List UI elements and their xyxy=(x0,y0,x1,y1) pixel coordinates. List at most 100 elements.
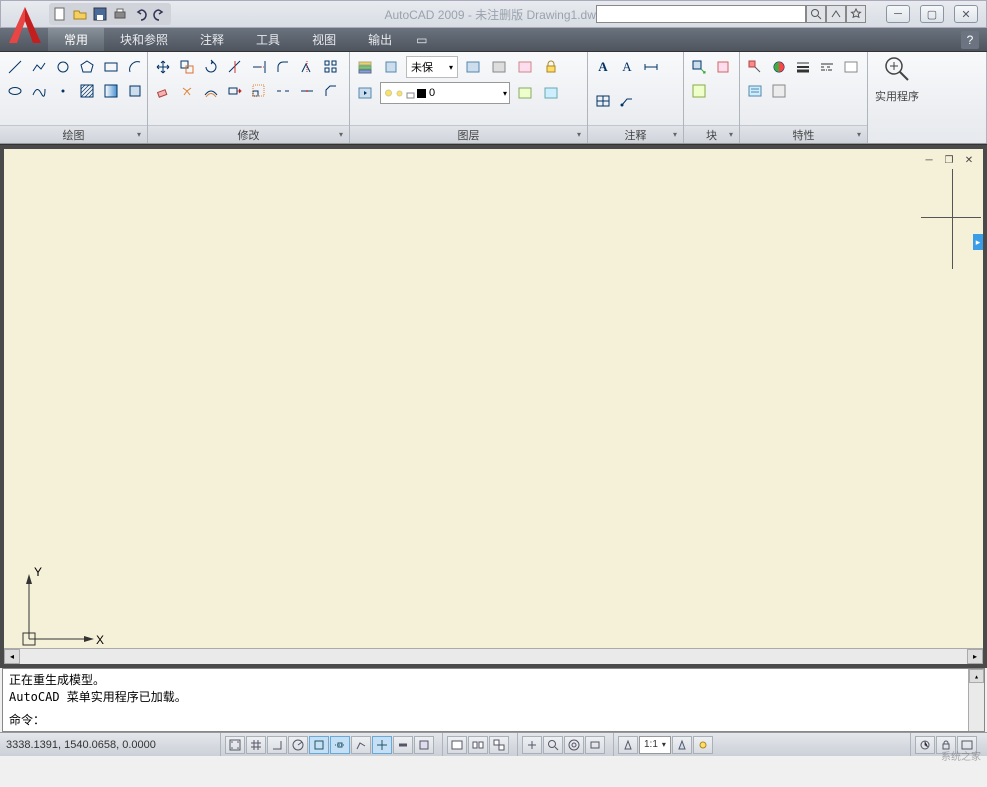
rotate-button[interactable] xyxy=(200,56,222,78)
layer-isolate-button[interactable] xyxy=(514,56,536,78)
save-button[interactable] xyxy=(91,5,109,23)
table-button[interactable] xyxy=(592,90,614,112)
comm-center-button[interactable] xyxy=(826,5,846,23)
scale-button[interactable] xyxy=(248,80,270,102)
gradient-button[interactable] xyxy=(100,80,122,102)
scroll-right-button[interactable]: ▸ xyxy=(967,649,983,664)
insert-block-button[interactable] xyxy=(688,56,710,78)
redo-button[interactable] xyxy=(151,5,169,23)
zoom-button[interactable] xyxy=(543,736,563,754)
coordinates-display[interactable]: 3338.1391, 1540.0658, 0.0000 xyxy=(6,739,216,751)
layer-states-button[interactable] xyxy=(380,56,402,78)
lineweight-dropdown[interactable] xyxy=(792,56,814,78)
doc-minimize-button[interactable]: ─ xyxy=(921,153,937,167)
bylayer-button[interactable] xyxy=(768,80,790,102)
match-props-button[interactable] xyxy=(744,56,766,78)
region-button[interactable] xyxy=(124,80,146,102)
line-button[interactable] xyxy=(4,56,26,78)
annotation-scale-icon[interactable] xyxy=(618,736,638,754)
text-button[interactable]: A xyxy=(616,56,638,78)
plot-style-dropdown[interactable] xyxy=(840,56,862,78)
panel-draw-title[interactable]: 绘图 xyxy=(0,125,147,143)
pan-button[interactable] xyxy=(522,736,542,754)
ribbon-minimize[interactable]: ▭ xyxy=(408,28,435,51)
layer-props-button[interactable] xyxy=(354,56,376,78)
chamfer-button[interactable] xyxy=(320,80,342,102)
hatch-button[interactable] xyxy=(76,80,98,102)
favorites-button[interactable] xyxy=(846,5,866,23)
maximize-button[interactable]: ▢ xyxy=(920,5,944,23)
point-button[interactable] xyxy=(52,80,74,102)
osnap-toggle[interactable] xyxy=(309,736,329,754)
tab-output[interactable]: 输出 xyxy=(352,28,408,51)
print-button[interactable] xyxy=(111,5,129,23)
offset-button[interactable] xyxy=(200,80,222,102)
otrack-toggle[interactable] xyxy=(330,736,350,754)
tab-home[interactable]: 常用 xyxy=(48,28,104,51)
ortho-toggle[interactable] xyxy=(267,736,287,754)
qp-toggle[interactable] xyxy=(414,736,434,754)
dyn-toggle[interactable] xyxy=(372,736,392,754)
layer-off-button[interactable] xyxy=(488,56,510,78)
props-list-button[interactable] xyxy=(744,80,766,102)
qview-drawings-button[interactable] xyxy=(489,736,509,754)
lwt-toggle[interactable] xyxy=(393,736,413,754)
dimension-button[interactable] xyxy=(640,56,662,78)
layer-prev-button[interactable] xyxy=(354,82,376,104)
tab-tools[interactable]: 工具 xyxy=(240,28,296,51)
panel-modify-title[interactable]: 修改 xyxy=(148,125,349,143)
layer-unisolate-button[interactable] xyxy=(540,82,562,104)
cmd-scrollbar[interactable]: ▴ xyxy=(968,669,984,731)
mirror-button[interactable] xyxy=(296,56,318,78)
color-dropdown[interactable] xyxy=(768,56,790,78)
command-line[interactable]: 正在重生成模型。 AutoCAD 菜单实用程序已加载。 命令： ▴ xyxy=(2,668,985,732)
panel-layer-title[interactable]: 图层 xyxy=(350,125,587,143)
polar-toggle[interactable] xyxy=(288,736,308,754)
grid-toggle[interactable] xyxy=(246,736,266,754)
panel-properties-title[interactable]: 特性 xyxy=(740,125,867,143)
panel-block-title[interactable]: 块 xyxy=(684,125,739,143)
move-button[interactable] xyxy=(152,56,174,78)
erase-button[interactable] xyxy=(152,80,174,102)
create-block-button[interactable] xyxy=(712,56,734,78)
polygon-button[interactable] xyxy=(76,56,98,78)
layer-match-button[interactable] xyxy=(514,82,536,104)
model-paper-toggle[interactable] xyxy=(447,736,467,754)
minimize-button[interactable]: ─ xyxy=(886,5,910,23)
leader-button[interactable] xyxy=(616,90,638,112)
block-editor-button[interactable] xyxy=(688,80,710,102)
array-button[interactable] xyxy=(320,56,342,78)
steering-wheel-button[interactable] xyxy=(564,736,584,754)
arc-button[interactable] xyxy=(124,56,146,78)
layer-combo[interactable]: 0 ▾ xyxy=(380,82,510,104)
copy-button[interactable] xyxy=(176,56,198,78)
rectangle-button[interactable] xyxy=(100,56,122,78)
scroll-up-button[interactable]: ▴ xyxy=(969,669,984,683)
extend-button[interactable] xyxy=(248,56,270,78)
drawing-area[interactable]: ─ ❐ ✕ ▸ Y X ◂ ▸ xyxy=(4,149,983,664)
help-button[interactable]: ? xyxy=(961,31,979,49)
tab-annotate[interactable]: 注释 xyxy=(184,28,240,51)
close-button[interactable]: ✕ xyxy=(954,5,978,23)
break-button[interactable] xyxy=(272,80,294,102)
fillet-button[interactable] xyxy=(272,56,294,78)
circle-button[interactable] xyxy=(52,56,74,78)
autoscale-toggle[interactable] xyxy=(693,736,713,754)
doc-restore-button[interactable]: ❐ xyxy=(941,153,957,167)
ellipse-button[interactable] xyxy=(4,80,26,102)
qview-layouts-button[interactable] xyxy=(468,736,488,754)
tab-blocks[interactable]: 块和参照 xyxy=(104,28,184,51)
ducs-toggle[interactable] xyxy=(351,736,371,754)
canvas-scrollbar-h[interactable]: ◂ ▸ xyxy=(4,648,983,664)
layer-freeze-button[interactable] xyxy=(462,56,484,78)
join-button[interactable] xyxy=(296,80,318,102)
open-button[interactable] xyxy=(71,5,89,23)
undo-button[interactable] xyxy=(131,5,149,23)
layer-unsaved-dropdown[interactable]: 未保▾ xyxy=(406,56,458,78)
layer-lock-button[interactable] xyxy=(540,56,562,78)
mtext-button[interactable]: A xyxy=(592,56,614,78)
polyline-button[interactable] xyxy=(28,56,50,78)
scroll-left-button[interactable]: ◂ xyxy=(4,649,20,664)
annotation-visibility-toggle[interactable] xyxy=(672,736,692,754)
tab-view[interactable]: 视图 xyxy=(296,28,352,51)
